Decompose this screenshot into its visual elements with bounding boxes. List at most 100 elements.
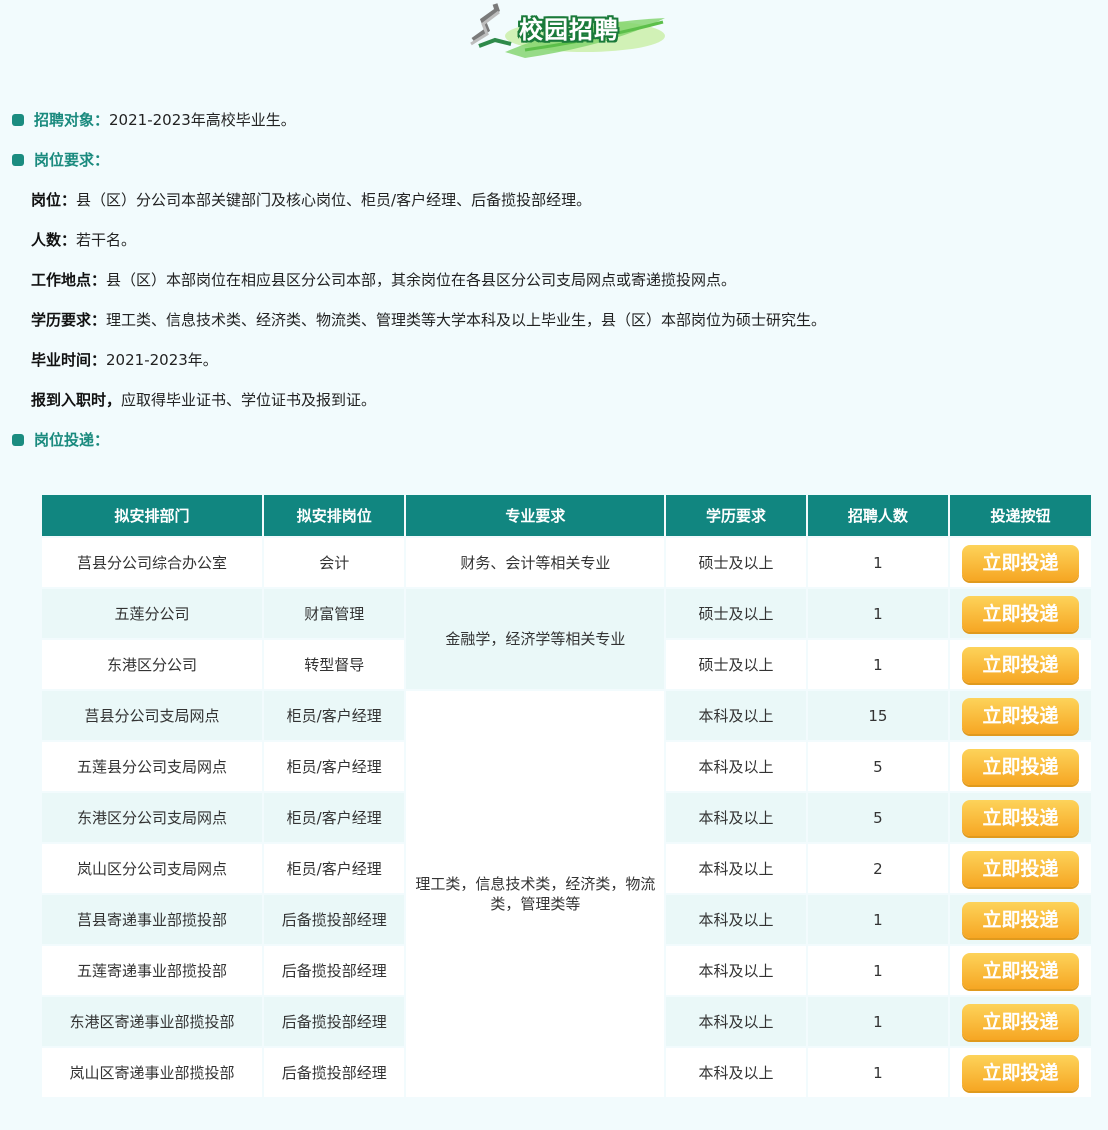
cell-dept: 莒县寄递事业部揽投部 — [42, 895, 262, 944]
bullet-icon — [12, 114, 24, 126]
page: 校园招聘 招聘对象：2021-2023年高校毕业生。 岗位要求： 岗位：县（区）… — [0, 0, 1108, 1130]
jobs-table: 拟安排部门 拟安排岗位 专业要求 学历要求 招聘人数 投递按钮 莒县分公司综合办… — [40, 493, 1093, 1099]
table-row: 莒县分公司支局网点 柜员/客户经理 理工类，信息技术类，经济类，物流类，管理类等… — [42, 691, 1091, 1097]
section-requirements: 岗位要求： — [12, 150, 109, 170]
cell-dept: 岚山区寄递事业部揽投部 — [42, 1048, 262, 1097]
cell-education: 硕士及以上 — [666, 538, 806, 587]
cell-apply: 立即投递 — [950, 844, 1091, 893]
cell-count: 15 — [807, 691, 949, 740]
cell-apply: 立即投递 — [950, 997, 1091, 1046]
apply-now-button[interactable]: 立即投递 — [962, 544, 1080, 581]
cell-dept: 岚山区分公司支局网点 — [42, 844, 262, 893]
cell-apply: 立即投递 — [950, 589, 1091, 638]
cell-education: 本科及以上 — [666, 793, 806, 842]
table-row: 莒县分公司综合办公室 会计 财务、会计等相关专业 硕士及以上 1 立即投递 — [42, 538, 1091, 587]
cell-education: 本科及以上 — [666, 946, 806, 995]
req-headcount: 人数：若干名。 — [31, 230, 136, 250]
req-location: 工作地点：县（区）本部岗位在相应县区分公司本部，其余岗位在各县区分公司支局网点或… — [31, 270, 736, 290]
apply-now-button[interactable]: 立即投递 — [962, 1054, 1080, 1091]
apply-now-button[interactable]: 立即投递 — [962, 799, 1080, 836]
req-label: 毕业时间： — [31, 351, 107, 369]
section-target: 招聘对象：2021-2023年高校毕业生。 — [12, 110, 296, 130]
cell-dept: 莒县分公司支局网点 — [42, 691, 262, 740]
req-post: 岗位：县（区）分公司本部关键部门及核心岗位、柜员/客户经理、后备揽投部经理。 — [31, 190, 591, 210]
cell-count: 1 — [807, 997, 949, 1046]
target-value: 2021-2023年高校毕业生。 — [109, 111, 296, 129]
requirements-label: 岗位要求： — [34, 151, 110, 169]
cell-education: 本科及以上 — [666, 997, 806, 1046]
col-header-post: 拟安排岗位 — [264, 495, 405, 536]
cell-post: 后备揽投部经理 — [264, 997, 405, 1046]
cell-education: 本科及以上 — [666, 691, 806, 740]
cell-count: 5 — [807, 793, 949, 842]
apply-now-button[interactable]: 立即投递 — [962, 901, 1080, 938]
cell-post: 柜员/客户经理 — [264, 844, 405, 893]
col-header-count: 招聘人数 — [807, 495, 949, 536]
table-row: 五莲分公司 财富管理 金融学，经济学等相关专业 硕士及以上 1 立即投递 — [42, 589, 1091, 689]
cell-apply: 立即投递 — [950, 1048, 1091, 1097]
col-header-major: 专业要求 — [406, 495, 665, 536]
req-text: 若干名。 — [76, 231, 137, 249]
cell-apply: 立即投递 — [950, 640, 1091, 689]
bullet-icon — [12, 434, 24, 446]
cell-count: 1 — [807, 895, 949, 944]
cell-post: 后备揽投部经理 — [264, 1048, 405, 1097]
cell-dept: 东港区分公司 — [42, 640, 262, 689]
cell-apply: 立即投递 — [950, 895, 1091, 944]
req-label: 学历要求： — [31, 311, 107, 329]
cell-post: 柜员/客户经理 — [264, 742, 405, 791]
cell-count: 1 — [807, 589, 949, 638]
cell-count: 1 — [807, 538, 949, 587]
req-text: 县（区）分公司本部关键部门及核心岗位、柜员/客户经理、后备揽投部经理。 — [76, 191, 592, 209]
cell-major: 理工类，信息技术类，经济类，物流类，管理类等 — [406, 691, 665, 1097]
cell-count: 1 — [807, 1048, 949, 1097]
cell-education: 硕士及以上 — [666, 589, 806, 638]
banner-title: 校园招聘 — [519, 16, 619, 44]
cell-education: 本科及以上 — [666, 742, 806, 791]
req-graduation: 毕业时间：2021-2023年。 — [31, 350, 218, 370]
cell-count: 1 — [807, 946, 949, 995]
apply-now-button[interactable]: 立即投递 — [962, 850, 1080, 887]
cell-post: 柜员/客户经理 — [264, 793, 405, 842]
cell-dept: 五莲寄递事业部揽投部 — [42, 946, 262, 995]
cell-dept: 东港区分公司支局网点 — [42, 793, 262, 842]
req-label: 报到入职时， — [31, 391, 122, 409]
cell-post: 转型督导 — [264, 640, 405, 689]
cell-dept: 东港区寄递事业部揽投部 — [42, 997, 262, 1046]
cell-major: 金融学，经济学等相关专业 — [406, 589, 665, 689]
col-header-education: 学历要求 — [666, 495, 806, 536]
apply-now-button[interactable]: 立即投递 — [962, 595, 1080, 632]
cell-count: 5 — [807, 742, 949, 791]
col-header-dept: 拟安排部门 — [42, 495, 262, 536]
cell-post: 财富管理 — [264, 589, 405, 638]
apply-now-button[interactable]: 立即投递 — [962, 697, 1080, 734]
apply-now-button[interactable]: 立即投递 — [962, 952, 1080, 989]
cell-dept: 五莲分公司 — [42, 589, 262, 638]
cell-post: 后备揽投部经理 — [264, 946, 405, 995]
table-header-row: 拟安排部门 拟安排岗位 专业要求 学历要求 招聘人数 投递按钮 — [42, 495, 1091, 536]
apply-label: 岗位投递： — [34, 431, 110, 449]
req-label: 工作地点： — [31, 271, 107, 289]
req-text: 应取得毕业证书、学位证书及报到证。 — [121, 391, 377, 409]
req-label: 人数： — [31, 231, 77, 249]
cell-apply: 立即投递 — [950, 691, 1091, 740]
req-text: 2021-2023年。 — [106, 351, 218, 369]
req-text: 理工类、信息技术类、经济类、物流类、管理类等大学本科及以上毕业生，县（区）本部岗… — [106, 311, 827, 329]
cell-apply: 立即投递 — [950, 946, 1091, 995]
cell-education: 本科及以上 — [666, 895, 806, 944]
cell-count: 2 — [807, 844, 949, 893]
cell-post: 会计 — [264, 538, 405, 587]
cell-apply: 立即投递 — [950, 793, 1091, 842]
campus-recruit-banner: 校园招聘 — [465, 0, 670, 62]
section-apply: 岗位投递： — [12, 430, 109, 450]
cell-education: 硕士及以上 — [666, 640, 806, 689]
cell-post: 后备揽投部经理 — [264, 895, 405, 944]
apply-now-button[interactable]: 立即投递 — [962, 1003, 1080, 1040]
req-onboarding: 报到入职时，应取得毕业证书、学位证书及报到证。 — [31, 390, 376, 410]
req-label: 岗位： — [31, 191, 77, 209]
cell-education: 本科及以上 — [666, 1048, 806, 1097]
cell-apply: 立即投递 — [950, 742, 1091, 791]
apply-now-button[interactable]: 立即投递 — [962, 748, 1080, 785]
col-header-apply: 投递按钮 — [950, 495, 1091, 536]
apply-now-button[interactable]: 立即投递 — [962, 646, 1080, 683]
